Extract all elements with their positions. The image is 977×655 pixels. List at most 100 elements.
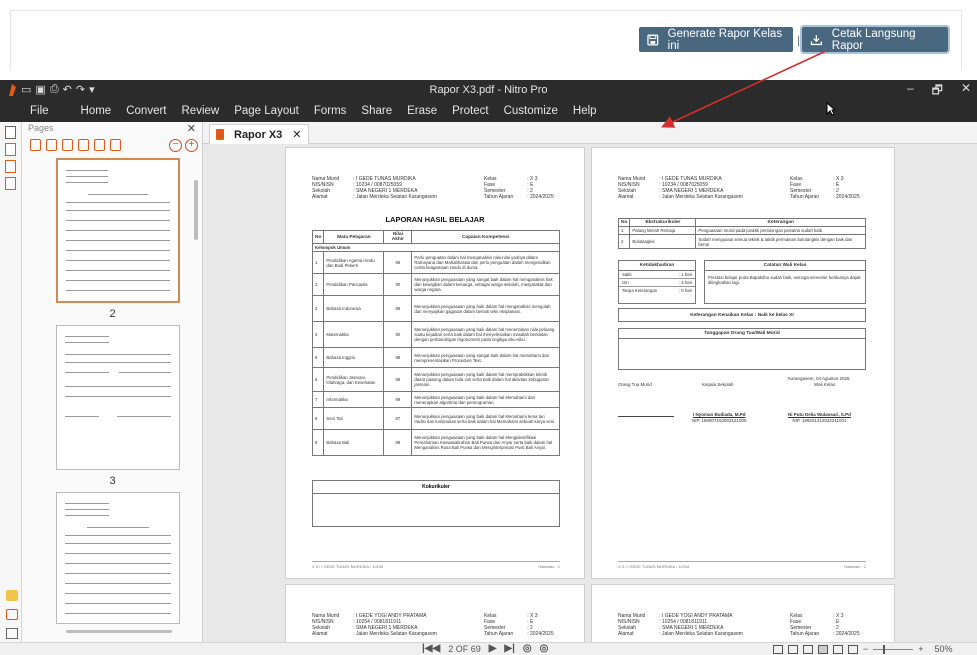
continuous-view-icon[interactable] [788,644,798,654]
bookmarks-icon[interactable] [5,143,16,156]
page-footer: X 3 / I GEDE TUNAS MURDIKA / 10234 Halama… [312,561,560,569]
attachment-icon[interactable] [6,609,18,620]
pages-panel-header: Pages ✕ [22,122,202,136]
output-icon[interactable] [6,628,18,639]
menu-customize[interactable]: Customize [504,105,558,117]
menu-convert[interactable]: Convert [126,105,166,117]
report-title: LAPORAN HASIL BELAJAR [385,215,485,224]
table-row: 1 Palang Merah Remaja Penguasaan murid pad… [617,226,866,235]
menu-review[interactable]: Review [182,105,220,117]
left-bottom-icons [6,590,18,647]
document-tab-row: Rapor X3 ✕ [203,122,977,144]
delete-page-icon[interactable] [62,139,73,151]
pdf-page-4: Nama Murid NIS/NISN Sekolah Alamat : I GEDE… [591,584,895,644]
menu-share[interactable]: Share [361,105,392,117]
page-thumbnail-3[interactable] [56,325,180,470]
facing-view-icon[interactable] [803,644,813,654]
col-subject: Mata Pelajaran [323,230,385,244]
title-bar: ▭ ▣ ⎙ ↶ ↷ ▾ Rapor X3.pdf - Nitro Pro – 🗗… [0,80,977,100]
generate-rapor-button[interactable]: Generate Rapor Kelas ini [639,27,793,52]
previous-view-icon[interactable]: ◎ [523,643,532,654]
zoom-in-icon[interactable]: + [918,644,923,654]
thumbs-scrollbar[interactable] [194,180,198,240]
catatan-wali-kelas-box: Catatan Wali Kelas Prestasi belajar putr… [704,260,866,304]
signature-ortu: Orang Tua Murid [618,382,652,387]
col-no: No [311,230,325,244]
menu-page-layout[interactable]: Page Layout [234,105,299,117]
kenaikan-kelas-box: Keterangan Kenaikan Kelas : Naik ke kela… [618,308,866,322]
table-row: 3 Bahasa Indonesia 89 Menunjukkan penguasaa… [311,295,560,322]
student-info-right: Kelas Fase Semester Tahun Ajaran : X 3: E: … [484,176,554,200]
table-row: 6 Pendidikan Jasmani, Olahraga, dan Keseh… [311,367,560,392]
web-header-area: Generate Rapor Kelas ini | Cetak Langsun… [0,0,977,80]
student-info-right: Kelas Fase Semester Tahun Ajaran : X 3: E: … [790,613,860,637]
pages-panel-icon[interactable] [5,126,16,139]
next-view-icon[interactable]: ◎ [540,643,549,654]
first-page-icon[interactable]: |◀◀ [422,643,440,654]
kepsek-name: I Nyoman Budiada, M.Pd NIP. 198007162003… [692,412,747,423]
minimize-button[interactable]: – [907,81,914,102]
fit-icon[interactable] [848,644,858,654]
page-indicator[interactable]: 2 OF 69 [448,644,481,654]
mouse-cursor-icon [826,102,836,116]
page-thumbnail-2[interactable] [56,158,180,303]
zoom-level[interactable]: 50% [935,644,953,654]
close-window-button[interactable]: ✕ [961,81,971,102]
ekstrakurikuler-table: No Ekstrakurikuler Keterangan 1 Palang Mera… [617,218,866,249]
group-row: Kelompok Umum [312,243,560,252]
menu-file[interactable]: File [30,105,49,117]
zoom-out-icon[interactable]: − [863,644,868,654]
window-title: Rapor X3.pdf - Nitro Pro [429,84,548,96]
menu-help[interactable]: Help [573,105,597,117]
attachments-icon[interactable] [5,160,16,173]
thumbnail-label-3: 3 [109,475,116,487]
rotate-left-icon[interactable] [30,139,41,151]
zoom-slider[interactable] [873,644,914,654]
facing-continuous-view-icon[interactable] [818,644,828,654]
restore-button[interactable]: 🗗 [932,81,943,102]
replace-page-icon[interactable] [110,139,121,151]
generate-rapor-label: Generate Rapor Kelas ini [667,27,783,52]
pages-panel: Pages ✕ − + 2 3 [22,122,203,642]
thumbnail-label-2: 2 [109,308,116,320]
document-tab[interactable]: Rapor X3 ✕ [209,124,309,144]
document-area: Rapor X3 ✕ Nama Murid NIS/NISN Sekolah Alam… [203,122,977,644]
menu-protect[interactable]: Protect [452,105,488,117]
close-panel-icon[interactable]: ✕ [187,122,196,135]
table-row: 1 Pendidikan Agama Hindu dan Budi Pekerti… [311,251,560,274]
pages-panel-title: Pages [28,123,54,133]
zoom-out-thumbs-icon[interactable]: − [169,138,182,152]
menu-forms[interactable]: Forms [314,105,347,117]
kokurikuler-title: Kokurikuler [313,481,559,494]
tab-close-icon[interactable]: ✕ [292,128,301,141]
student-info-right: Kelas Fase Semester Tahun Ajaran : X 3: E: … [484,613,554,637]
signature-kepsek: Kepala Sekolah [702,382,734,387]
menu-erase[interactable]: Erase [407,105,437,117]
table-row: 8 Seni Tari 87 Menunjukkan penguasaan yang … [311,407,560,430]
insert-page-icon[interactable] [78,139,89,151]
button-separator: | [797,33,801,47]
comments-icon[interactable] [6,590,18,601]
last-page-icon[interactable]: ▶| [504,643,515,654]
zoom-in-thumbs-icon[interactable]: + [185,138,198,152]
extract-page-icon[interactable] [94,139,105,151]
pages-tools: − + [22,136,202,154]
table-row: 5 Bahasa Inggris 88 Menunjukkan penguasaan … [311,347,560,368]
cetak-langsung-rapor-button[interactable]: Cetak Langsung Rapor [800,25,950,54]
signatures-icon[interactable] [5,177,16,190]
student-info-left: Nama Murid NIS/NISN Sekolah Alamat : I GEDE… [312,176,437,200]
table-row: 7 Informatika 89 Menunjukkan penguasaan yan… [311,391,560,408]
page-thumbnail-4[interactable] [56,492,180,624]
download-icon [810,34,822,45]
nitro-pro-window: ▭ ▣ ⎙ ↶ ↷ ▾ Rapor X3.pdf - Nitro Pro – 🗗… [0,80,977,655]
fullscreen-view-icon[interactable] [833,644,843,654]
pdf-page-2: Nama Murid NIS/NISN Sekolah Alamat : I GEDE… [591,147,895,579]
table-row: 9 Bahasa Bali 88 Menunjukkan penguasaan yan… [311,429,560,456]
thumbs-horizontal-scrollbar[interactable] [66,630,172,633]
single-page-view-icon[interactable] [773,644,783,654]
cetak-rapor-label: Cetak Langsung Rapor [831,27,916,52]
next-page-icon[interactable]: ▶ [489,643,497,654]
student-info-right: Kelas Fase Semester Tahun Ajaran : X 3: E: … [790,176,860,200]
menu-home[interactable]: Home [81,105,112,117]
rotate-right-icon[interactable] [46,139,57,151]
